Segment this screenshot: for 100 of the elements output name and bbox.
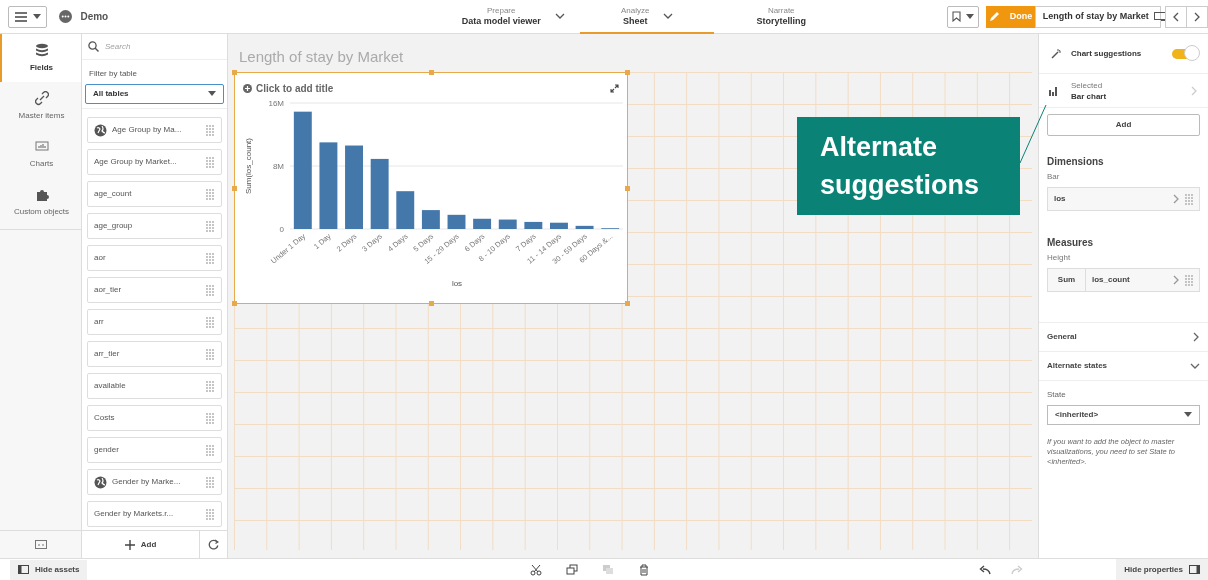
previous-sheet-button[interactable] [1165, 5, 1187, 28]
asset-tab[interactable]: Fields [0, 34, 81, 82]
redo-button[interactable] [1011, 564, 1024, 575]
field-item[interactable]: Age Group by Market... [87, 149, 222, 175]
field-item[interactable]: Age Group by Ma... [87, 117, 222, 143]
field-item[interactable]: arr [87, 309, 222, 335]
chart-icon [34, 138, 49, 154]
tab-label: Data model viewer [461, 15, 541, 26]
search-field[interactable]: Search [105, 38, 215, 55]
bar[interactable] [447, 214, 466, 229]
field-item[interactable]: Gender by Marke... [87, 469, 222, 495]
resize-handle[interactable] [232, 301, 237, 306]
bar[interactable] [370, 158, 389, 229]
bar[interactable] [524, 221, 543, 229]
drag-handle-icon [205, 252, 215, 264]
field-item[interactable]: available [87, 373, 222, 399]
sheet-title: Length of stay by Market [239, 47, 405, 67]
hide-assets-button[interactable]: Hide assets [10, 559, 88, 580]
bar[interactable] [575, 225, 594, 229]
bookmark-button[interactable] [947, 5, 980, 28]
field-item[interactable]: age_count [87, 181, 222, 207]
resize-handle[interactable] [625, 186, 630, 191]
drag-handle-icon [205, 348, 215, 360]
resize-handle[interactable] [429, 70, 434, 75]
bookmark-icon [952, 11, 962, 22]
field-item[interactable]: Costs [87, 405, 222, 431]
state-label: State [1046, 389, 1067, 401]
next-sheet-button[interactable] [1186, 5, 1208, 28]
resize-handle[interactable] [625, 70, 630, 75]
field-item[interactable]: age_group [87, 213, 222, 239]
app-icon [59, 10, 73, 23]
bar[interactable] [550, 222, 568, 229]
copy-button[interactable] [566, 563, 579, 576]
y-tick-label: 8M [272, 162, 284, 171]
nav-tab[interactable]: Prepare Data model viewer [446, 0, 581, 34]
caret-icon [208, 91, 216, 97]
section-heading: Dimensions [1046, 155, 1105, 169]
chevron-right-icon [1172, 275, 1180, 285]
bar[interactable] [421, 210, 440, 229]
nav-tab[interactable]: Narrate Storytelling [714, 0, 849, 34]
paste-icon [602, 563, 615, 576]
drag-handle-icon [1184, 193, 1194, 205]
y-tick-label: 16M [268, 99, 284, 108]
field-item[interactable]: Gender by Markets.r... [87, 501, 222, 527]
scissors-icon [530, 563, 543, 576]
drag-handle-icon [205, 380, 215, 392]
chevron-right-icon [1192, 11, 1201, 22]
drag-handle-icon [1184, 274, 1194, 286]
menu-button[interactable] [8, 5, 48, 28]
state-dropdown[interactable]: <inherited> [1047, 405, 1200, 425]
delete-button[interactable] [638, 563, 651, 576]
y-axis-title: Sum(los_count) [244, 138, 253, 194]
bar[interactable] [319, 142, 338, 229]
drag-handle-icon [205, 508, 215, 520]
dimension-item[interactable]: los [1047, 187, 1200, 211]
expand-icon [610, 84, 619, 93]
caret-icon [966, 13, 975, 20]
aggregation-label[interactable]: Sum [1048, 269, 1086, 291]
section-subtitle: Bar [1046, 171, 1061, 183]
link-icon [34, 90, 49, 106]
bar[interactable] [396, 191, 415, 229]
resize-handle[interactable] [232, 70, 237, 75]
bar[interactable] [293, 111, 312, 229]
sheet-icon [1153, 11, 1166, 22]
magic-wand-icon [1051, 48, 1061, 59]
resize-handle[interactable] [625, 301, 630, 306]
table-filter-dropdown[interactable]: All tables [85, 84, 224, 104]
chart-suggestions-label: Chart suggestions [1071, 47, 1143, 60]
trash-icon [638, 563, 651, 576]
chevron-left-icon [1172, 11, 1181, 22]
bar[interactable] [473, 218, 492, 229]
hide-properties-button[interactable]: Hide properties [1116, 559, 1208, 580]
chevron-down-icon [1190, 362, 1200, 370]
field-item[interactable]: aor_tier [87, 277, 222, 303]
x-axis-title: los [451, 279, 463, 288]
add-title-button[interactable]: Click to add title [243, 81, 334, 96]
chevron-right-icon [1190, 85, 1198, 96]
filter-label: Filter by table [88, 68, 139, 80]
resize-handle[interactable] [232, 186, 237, 191]
drag-handle-icon [205, 284, 215, 296]
resize-handle[interactable] [429, 301, 434, 306]
chevron-right-icon [1192, 332, 1200, 342]
drag-handle-icon [205, 476, 215, 488]
cut-button[interactable] [530, 563, 543, 576]
measure-item[interactable]: Sum los_count [1047, 268, 1200, 292]
menu-icon [14, 11, 27, 22]
drag-handle-icon [205, 412, 215, 424]
drag-handle-icon [205, 444, 215, 456]
field-item[interactable]: arr_tier [87, 341, 222, 367]
add-button[interactable]: Add [1047, 114, 1200, 136]
undo-button[interactable] [979, 564, 992, 575]
field-item[interactable]: gender [87, 437, 222, 463]
pencil-icon [988, 11, 1000, 22]
panel-icon [34, 540, 47, 549]
paste-button[interactable] [602, 563, 615, 576]
caret-icon [1184, 412, 1192, 418]
panel-icon [18, 565, 29, 574]
field-item[interactable]: aor [87, 245, 222, 271]
search-icon [88, 41, 99, 52]
bar[interactable] [498, 219, 517, 229]
